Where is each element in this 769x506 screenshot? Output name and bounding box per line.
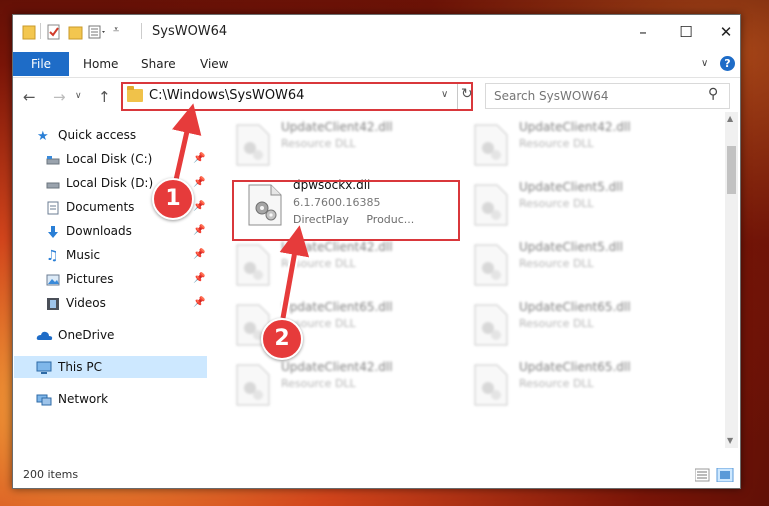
annotation-badge-1: 1 (152, 178, 194, 220)
annotation-arrows (171, 103, 310, 323)
arrow-two (279, 225, 310, 319)
annotation-badge-2: 2 (261, 318, 303, 360)
arrow-one (172, 103, 202, 181)
